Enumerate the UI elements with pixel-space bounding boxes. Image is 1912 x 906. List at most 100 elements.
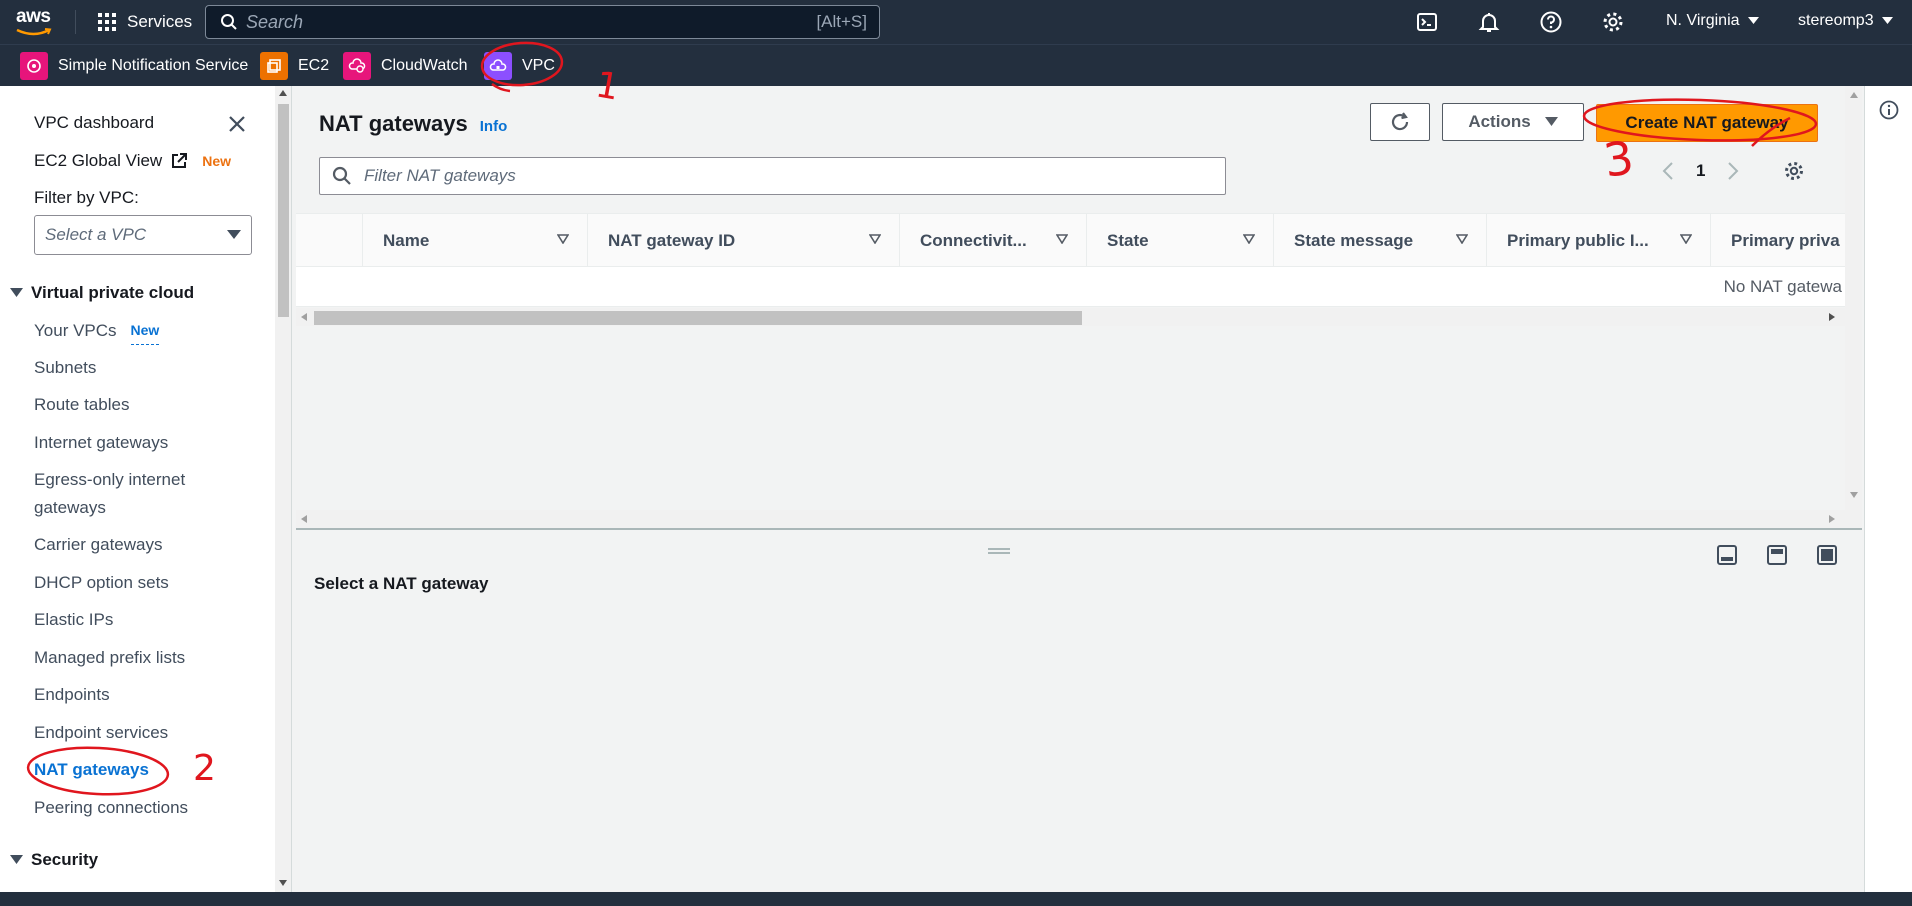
table-horizontal-scrollbar[interactable] xyxy=(296,308,1862,326)
tools-panel xyxy=(1864,86,1912,892)
column-label: State xyxy=(1107,231,1149,250)
column-label: Primary priva xyxy=(1731,231,1840,250)
bottom-status-bar xyxy=(0,892,1912,906)
page-header: NAT gateways Info xyxy=(319,111,507,137)
sort-icon xyxy=(1456,234,1468,244)
favorite-ec2[interactable]: EC2 xyxy=(260,52,329,80)
actions-button[interactable]: Actions xyxy=(1442,103,1584,141)
sidebar-item-carrier-gateways[interactable]: Carrier gateways xyxy=(34,531,163,559)
column-header-primary-private-ip[interactable]: Primary priva xyxy=(1710,214,1845,268)
filter-placeholder: Filter NAT gateways xyxy=(364,166,516,185)
section-virtual-private-cloud[interactable]: Virtual private cloud xyxy=(10,283,194,303)
sort-icon xyxy=(557,234,569,244)
refresh-button[interactable] xyxy=(1370,103,1430,141)
actions-label: Actions xyxy=(1468,112,1531,131)
vpc-icon xyxy=(484,52,512,80)
sidebar-item-vpc-dashboard[interactable]: VPC dashboard xyxy=(34,109,154,137)
cloudwatch-icon xyxy=(343,52,371,80)
caret-down-icon xyxy=(227,230,241,239)
sidebar-scroll-thumb[interactable] xyxy=(278,104,289,317)
search-placeholder: Search xyxy=(246,11,304,32)
sort-icon xyxy=(1243,234,1255,244)
column-label: NAT gateway ID xyxy=(608,231,736,250)
panel-side-icon[interactable] xyxy=(1766,544,1788,566)
column-header-primary-public-ip[interactable]: Primary public I... xyxy=(1486,214,1710,268)
scroll-up-icon xyxy=(279,90,287,96)
chevron-right-icon[interactable] xyxy=(1727,161,1739,181)
scroll-right-icon xyxy=(1829,515,1835,523)
caret-down-icon xyxy=(1544,117,1558,126)
sidebar-item-route-tables[interactable]: Route tables xyxy=(34,391,129,419)
favorite-label: EC2 xyxy=(298,57,330,74)
column-header-name[interactable]: Name xyxy=(362,214,587,268)
sidebar-item-endpoints[interactable]: Endpoints xyxy=(34,681,110,709)
sidebar-item-label: Your VPCs xyxy=(34,320,117,340)
column-label: Connectivit... xyxy=(920,231,1027,250)
grid-icon xyxy=(98,13,116,31)
region-selector[interactable]: N. Virginia xyxy=(1666,12,1759,30)
sidebar-item-subnets[interactable]: Subnets xyxy=(34,354,96,382)
close-icon[interactable] xyxy=(228,115,246,133)
sidebar-item-endpoint-services[interactable]: Endpoint services xyxy=(34,719,168,747)
page-number[interactable]: 1 xyxy=(1696,161,1705,181)
favorite-vpc[interactable]: VPC xyxy=(484,52,555,80)
chevron-left-icon[interactable] xyxy=(1662,161,1674,181)
vpc-filter-select[interactable]: Select a VPC xyxy=(34,215,252,255)
sidebar-item-your-vpcs[interactable]: Your VPCs New xyxy=(34,316,160,345)
split-panel: Select a NAT gateway xyxy=(296,528,1862,892)
scroll-down-icon xyxy=(1850,492,1858,498)
sidebar-item-label: EC2 Global View xyxy=(34,151,163,170)
column-header-state-message[interactable]: State message xyxy=(1273,214,1486,268)
account-menu[interactable]: stereomp3 xyxy=(1798,12,1893,30)
aws-logo[interactable]: aws xyxy=(14,7,56,37)
scroll-up-icon xyxy=(1850,92,1858,98)
sns-icon xyxy=(20,52,48,80)
scroll-right-icon xyxy=(1829,313,1835,321)
sidebar-item-internet-gateways[interactable]: Internet gateways xyxy=(34,429,168,457)
refresh-icon xyxy=(1391,112,1409,131)
caret-down-icon xyxy=(1881,17,1893,24)
cloudshell-icon[interactable] xyxy=(1415,10,1439,34)
main-vertical-scrollbar[interactable] xyxy=(1845,86,1862,530)
search-input[interactable]: Search [Alt+S] xyxy=(205,5,880,39)
sidebar-item-nat-gateways[interactable]: NAT gateways xyxy=(34,756,149,784)
main-horizontal-scrollbar[interactable] xyxy=(296,510,1862,528)
scroll-down-icon xyxy=(279,880,287,886)
search-icon xyxy=(332,166,351,185)
sidebar-item-egress-only-internet-gateways[interactable]: Egress-only internet gateways xyxy=(34,466,234,522)
services-menu-button[interactable]: Services xyxy=(97,10,192,34)
column-label: Primary public I... xyxy=(1507,231,1649,250)
favorite-cloudwatch[interactable]: CloudWatch xyxy=(343,52,468,80)
sort-icon xyxy=(869,234,881,244)
column-header-connectivity[interactable]: Connectivit... xyxy=(899,214,1086,268)
caret-down-icon xyxy=(10,855,23,864)
sidebar-item-ec2-global-view[interactable]: EC2 Global View New xyxy=(34,147,231,175)
column-header-state[interactable]: State xyxy=(1086,214,1273,268)
column-header-nat-gateway-id[interactable]: NAT gateway ID xyxy=(587,214,899,268)
filter-nat-gateways-input[interactable]: Filter NAT gateways xyxy=(319,157,1226,195)
table-header: Name NAT gateway ID Connectivit... State… xyxy=(296,213,1862,268)
bell-icon[interactable] xyxy=(1477,10,1501,34)
info-link[interactable]: Info xyxy=(480,118,508,135)
favorite-label: VPC xyxy=(522,57,555,74)
sidebar-item-peering-connections[interactable]: Peering connections xyxy=(34,794,188,822)
gear-icon[interactable] xyxy=(1601,10,1625,34)
gear-icon[interactable] xyxy=(1783,160,1805,182)
resize-handle-icon[interactable] xyxy=(988,548,1010,554)
sidebar: VPC dashboard EC2 Global View New Filter… xyxy=(0,86,292,892)
info-icon[interactable] xyxy=(1879,100,1899,120)
panel-bottom-icon[interactable] xyxy=(1716,544,1738,566)
sidebar-item-managed-prefix-lists[interactable]: Managed prefix lists xyxy=(34,644,185,672)
scroll-left-icon xyxy=(301,313,307,321)
help-icon[interactable] xyxy=(1539,10,1563,34)
favorite-sns[interactable]: Simple Notification Service xyxy=(20,52,248,80)
section-label: Virtual private cloud xyxy=(31,283,195,302)
services-label: Services xyxy=(127,12,193,31)
vpc-filter-placeholder: Select a VPC xyxy=(45,225,147,244)
sidebar-item-dhcp-option-sets[interactable]: DHCP option sets xyxy=(34,569,169,597)
section-security[interactable]: Security xyxy=(10,850,98,870)
table-scroll-thumb[interactable] xyxy=(314,311,1082,325)
panel-full-icon[interactable] xyxy=(1816,544,1838,566)
top-navigation: aws Services Search [Alt+S] N. Virginia … xyxy=(0,0,1912,44)
sidebar-item-elastic-ips[interactable]: Elastic IPs xyxy=(34,606,113,634)
